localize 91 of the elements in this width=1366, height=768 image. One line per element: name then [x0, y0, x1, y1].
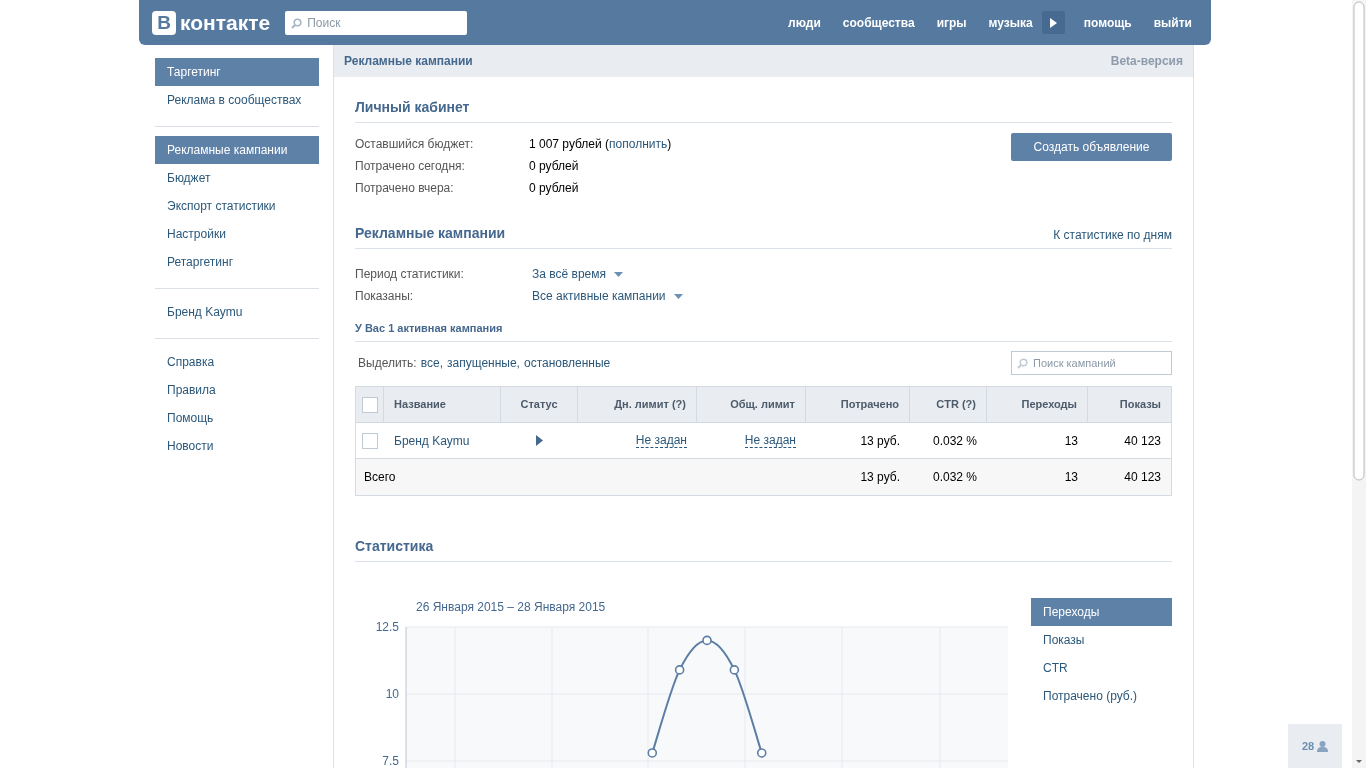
field-label: Оставшийся бюджет: [355, 136, 475, 153]
metric-tab[interactable]: Потрачено (руб.) [1031, 682, 1172, 710]
column-header[interactable]: Общ. лимит [730, 396, 795, 413]
sidebar-item[interactable]: Правила [155, 376, 319, 404]
table-cell-text: 13 [1064, 469, 1078, 486]
caret-icon [614, 271, 623, 277]
data-point [756, 748, 767, 758]
beta-label: Beta-версия [1110, 53, 1183, 70]
sidebar-item[interactable]: Настройки [155, 220, 319, 248]
sidebar-item[interactable]: Экспорт статистики [155, 192, 319, 220]
campaign-link[interactable]: Бренд Kaymu [394, 431, 470, 450]
metric-tab[interactable]: Показы [1031, 626, 1172, 654]
sidebar-item[interactable]: Рекламные кампании [155, 136, 319, 164]
field-label: Потрачено сегодня: [355, 158, 466, 175]
table-cell-text: 0.032 % [932, 469, 977, 486]
field-value: 1 007 рублей (пополнить) [529, 136, 672, 153]
section-title: Личный кабинет [355, 99, 470, 115]
axis-label: 10 [385, 687, 399, 701]
nav-link[interactable]: люди [777, 13, 832, 32]
top-up-link[interactable]: пополнить [609, 137, 668, 151]
section-title: Рекламные кампании [355, 224, 506, 243]
sidebar-item[interactable]: Реклама в сообществах [155, 86, 319, 114]
logo-text[interactable]: контакте [180, 12, 271, 33]
select-link[interactable]: запущенные [446, 354, 517, 372]
table-cell-text: 40 123 [1124, 432, 1161, 450]
play-icon[interactable] [536, 435, 543, 446]
column-header[interactable]: CTR (?) [936, 396, 976, 413]
total-label: Всего [363, 469, 397, 486]
column-header[interactable]: Переходы [1021, 396, 1077, 413]
nav-link[interactable]: помощь [1072, 13, 1143, 32]
sidebar-item[interactable]: Ретаргетинг [155, 248, 319, 276]
data-point [674, 665, 685, 675]
logo-badge[interactable]: В [152, 10, 176, 35]
campaign-search-field[interactable]: Поиск кампаний [1011, 351, 1172, 375]
table-cell-text: 13 [1064, 432, 1078, 450]
nav-link[interactable]: музыка [977, 13, 1044, 32]
axis-label: 12.5 [375, 622, 399, 634]
table-cell-text: 13 руб. [860, 432, 900, 450]
field-label: Период статистики: [355, 266, 465, 283]
person-icon [1317, 740, 1329, 752]
section-title: Статистика [355, 538, 434, 554]
column-header[interactable]: Потрачено [840, 396, 899, 413]
separator: , [439, 355, 443, 372]
metric-tab[interactable]: CTR [1031, 654, 1172, 682]
page-title: Рекламные кампании [344, 53, 473, 70]
search-icon [291, 17, 303, 29]
search-icon [1017, 358, 1028, 369]
period-label: 26 Января 2015 – 28 Января 2015 [416, 600, 606, 614]
limit-link[interactable]: Не задан [744, 433, 796, 448]
table-cell-text: 0.032 % [932, 432, 977, 450]
table-cell-text: 13 руб. [860, 469, 900, 486]
play-button[interactable] [1041, 11, 1065, 34]
daily-stats-link[interactable]: К статистике по дням [1053, 226, 1172, 244]
select-link[interactable]: остановленные [523, 354, 611, 372]
sidebar-item[interactable]: Бюджет [155, 164, 319, 192]
field-value: 0 рублей [529, 158, 579, 175]
filter-dropdown[interactable]: За всё время [532, 265, 623, 283]
column-header[interactable]: Дн. лимит (?) [614, 396, 686, 413]
caret-icon [673, 293, 683, 299]
checkbox[interactable] [361, 396, 378, 413]
filter-dropdown[interactable]: Все активные кампании [532, 287, 683, 305]
sidebar-item[interactable]: Бренд Kaymu [155, 298, 319, 326]
scrollbar[interactable] [1352, 0, 1366, 768]
field-label: Показаны: [355, 288, 415, 305]
nav-link[interactable]: сообщества [831, 13, 926, 32]
column-header[interactable]: Название [394, 396, 446, 413]
sidebar-item[interactable]: Справка [155, 348, 319, 376]
data-point [702, 635, 712, 646]
select-link[interactable]: все [420, 354, 440, 372]
field-value: 0 рублей [529, 180, 579, 197]
subsection-title: У Вас 1 активная кампания [355, 322, 503, 334]
sidebar-item[interactable]: Новости [155, 432, 319, 460]
separator: , [516, 355, 520, 372]
column-header[interactable]: Статус [520, 396, 558, 413]
select-label: Выделить: [358, 355, 417, 372]
data-point [647, 748, 658, 758]
axis-label: 7.5 [382, 754, 399, 768]
metric-tab[interactable]: Переходы [1031, 598, 1172, 626]
search-field[interactable]: Поиск [285, 10, 468, 35]
data-point [729, 665, 740, 675]
nav-link[interactable]: игры [925, 13, 978, 32]
play-icon [1049, 17, 1057, 28]
field-label: Потрачено вчера: [355, 180, 455, 197]
nav-link[interactable]: выйти [1142, 13, 1203, 32]
sidebar-item[interactable]: Таргетинг [155, 58, 319, 86]
create-ad-button[interactable]: Создать объявление [1011, 133, 1172, 161]
column-header[interactable]: Показы [1119, 396, 1161, 413]
limit-link[interactable]: Не задан [635, 433, 687, 448]
checkbox[interactable] [362, 432, 378, 449]
sidebar-item[interactable]: Помощь [155, 404, 319, 432]
table-cell-text: 40 123 [1124, 469, 1161, 486]
